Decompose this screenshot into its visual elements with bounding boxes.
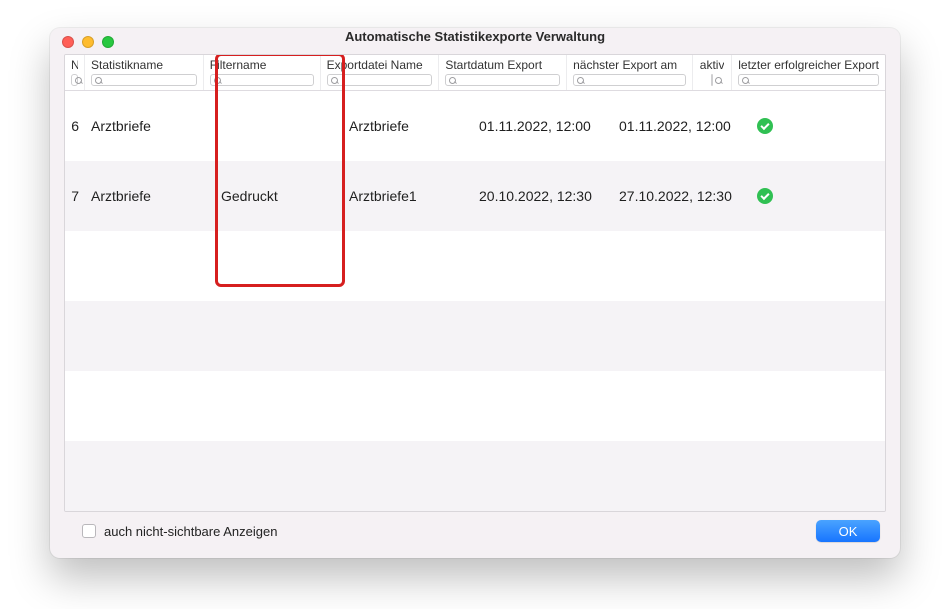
search-icon[interactable] [71,74,78,86]
ok-button[interactable]: OK [816,520,880,542]
table-header: N Statistikname Filtername Exportdatei N… [65,55,885,91]
cell-aktiv [751,118,793,134]
cell-n: 6 [65,118,85,134]
table-row-empty [65,301,885,371]
cell-filtername: Gedruckt [215,188,343,204]
titlebar: Automatische Statistikexporte Verwaltung [50,28,900,44]
content-area: N Statistikname Filtername Exportdatei N… [50,44,900,558]
table-row-empty [65,231,885,301]
table-row-empty [65,441,885,511]
cell-exportdatei: Arztbriefe [343,118,473,134]
cell-statistikname: Arztbriefe [85,118,215,134]
search-icon[interactable] [711,74,713,86]
col-n[interactable]: N [65,55,85,90]
col-startdatum[interactable]: Startdatum Export [439,55,567,90]
cell-naechster: 27.10.2022, 12:30 [613,188,751,204]
cell-startdatum: 01.11.2022, 12:00 [473,118,613,134]
cell-aktiv [751,188,793,204]
cell-startdatum: 20.10.2022, 12:30 [473,188,613,204]
col-naechster[interactable]: nächster Export am [567,55,693,90]
search-icon[interactable] [445,74,560,86]
cell-exportdatei: Arztbriefe1 [343,188,473,204]
check-icon [757,118,773,134]
window: Automatische Statistikexporte Verwaltung… [50,28,900,558]
search-icon[interactable] [327,74,433,86]
table-row[interactable]: 7 Arztbriefe Gedruckt Arztbriefe1 20.10.… [65,161,885,231]
exports-table: N Statistikname Filtername Exportdatei N… [64,54,886,512]
cell-statistikname: Arztbriefe [85,188,215,204]
maximize-icon[interactable] [102,36,114,48]
show-hidden-checkbox[interactable] [82,524,96,538]
col-letzter[interactable]: letzter erfolgreicher Export [732,55,885,90]
search-icon[interactable] [738,74,879,86]
cell-n: 7 [65,188,85,204]
window-controls [62,36,114,48]
check-icon [757,188,773,204]
cell-naechster: 01.11.2022, 12:00 [613,118,751,134]
col-exportdatei[interactable]: Exportdatei Name [321,55,440,90]
col-filtername[interactable]: Filtername [204,55,321,90]
table-row[interactable]: 6 Arztbriefe Arztbriefe 01.11.2022, 12:0… [65,91,885,161]
search-icon[interactable] [91,74,197,86]
minimize-icon[interactable] [82,36,94,48]
show-hidden-label: auch nicht-sichtbare Anzeigen [104,524,277,539]
table-row-empty [65,371,885,441]
col-statistikname[interactable]: Statistikname [85,55,204,90]
window-title: Automatische Statistikexporte Verwaltung [60,29,890,44]
footer: auch nicht-sichtbare Anzeigen OK [64,512,886,550]
close-icon[interactable] [62,36,74,48]
col-aktiv[interactable]: aktiv [693,55,732,90]
table-body: 6 Arztbriefe Arztbriefe 01.11.2022, 12:0… [65,91,885,511]
search-icon[interactable] [573,74,686,86]
search-icon[interactable] [210,74,314,86]
